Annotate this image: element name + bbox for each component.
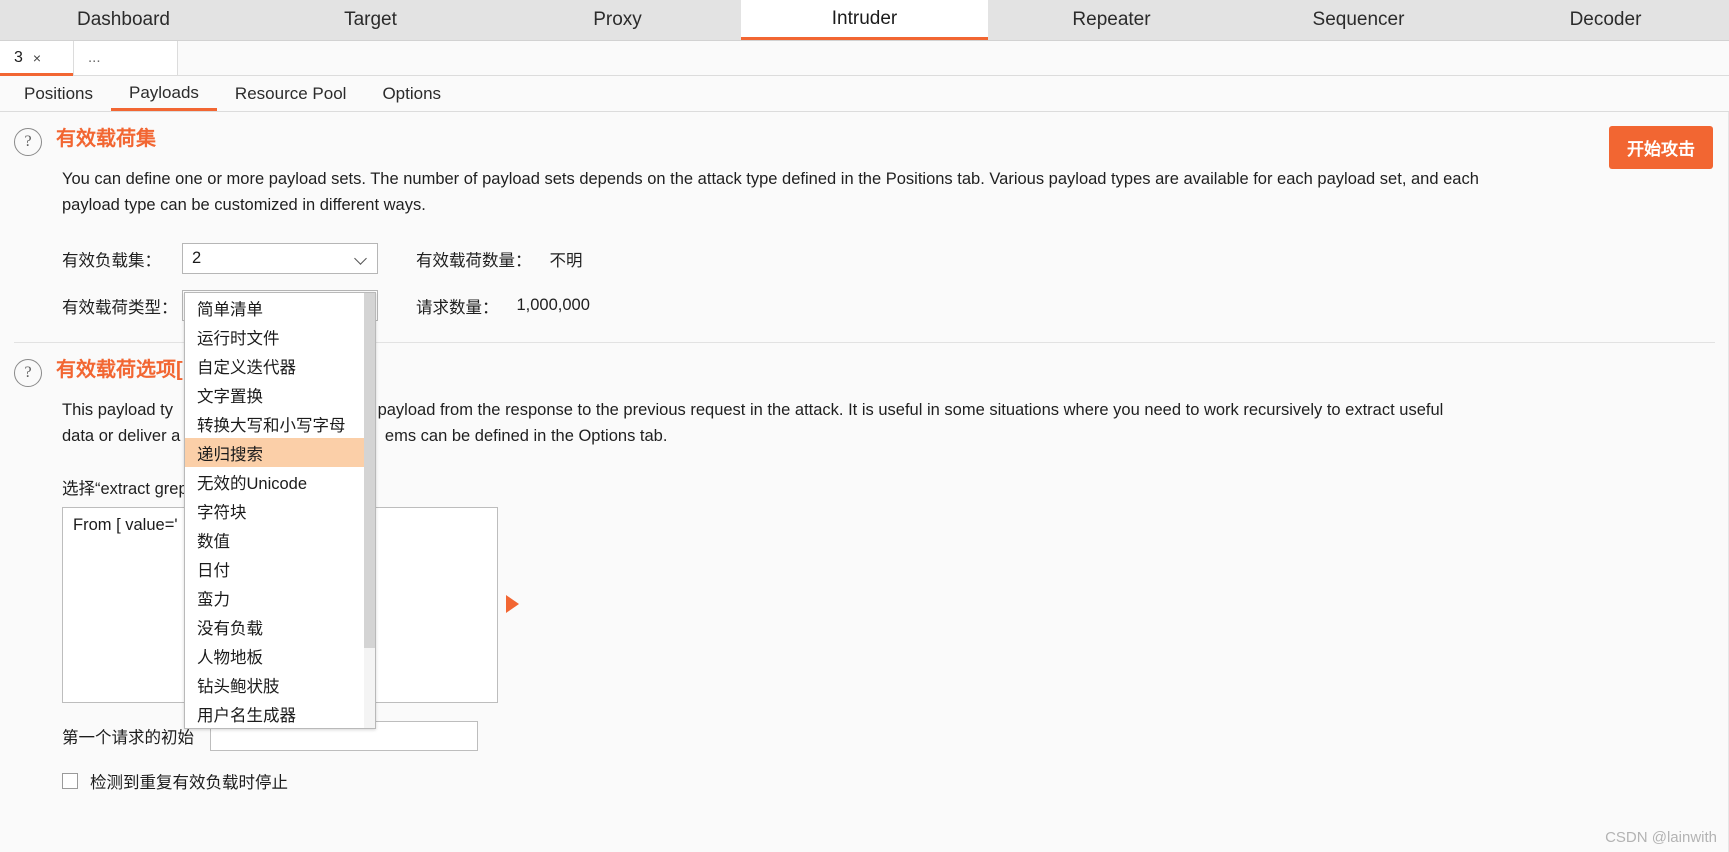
payload-count-label: 有效载荷数量： xyxy=(416,251,532,270)
dropdown-option[interactable]: 字符块 xyxy=(185,496,375,525)
dropdown-option[interactable]: 蛮力 xyxy=(185,583,375,612)
dropdown-option[interactable]: 用户名生成器 xyxy=(185,699,375,728)
sub-tab-label: Positions xyxy=(24,84,93,103)
main-tab-label: Repeater xyxy=(1072,9,1151,30)
payload-set-label: 有效负载集： xyxy=(62,251,161,270)
payload-sets-title: 有效载荷集 xyxy=(56,128,156,150)
main-tab-label: Dashboard xyxy=(77,9,170,30)
main-tab-proxy[interactable]: Proxy xyxy=(494,0,741,40)
dropdown-option[interactable]: 运行时文件 xyxy=(185,322,375,351)
tab-payloads[interactable]: Payloads xyxy=(110,77,217,111)
description-line-2-left: data or deliver a xyxy=(62,427,181,445)
grep-extract-value: From [ value=' xyxy=(73,516,178,534)
payload-set-select[interactable]: 2 xyxy=(182,243,378,274)
sub-tab-label: Payloads xyxy=(128,82,199,102)
attack-tab-strip: 3 × ... xyxy=(0,41,1729,76)
dropdown-option-selected[interactable]: 递归搜索 xyxy=(185,438,375,467)
dropdown-option[interactable]: 转换大写和小写字母 xyxy=(185,409,375,438)
chevron-down-icon xyxy=(355,252,368,265)
payload-sets-header: ? 有效载荷集 xyxy=(0,126,1729,156)
description-line-1-right: payload from the response to the previou… xyxy=(377,401,1444,419)
initial-payload-label: 第一个请求的初始 xyxy=(62,729,194,747)
payload-count-info: 有效载荷数量： 不明 xyxy=(416,247,583,271)
payload-options-title: 有效载荷选项[ xyxy=(56,359,183,381)
description-line-1-left: This payload ty xyxy=(62,401,173,419)
dropdown-option[interactable]: 简单清单 xyxy=(185,293,375,322)
dropdown-option[interactable]: 没有负载 xyxy=(185,612,375,641)
main-tab-decoder[interactable]: Decoder xyxy=(1482,0,1729,40)
description-line-2-right: ems can be defined in the Options tab. xyxy=(384,427,668,445)
payload-type-label: 有效载荷类型： xyxy=(62,298,178,317)
main-tab-intruder[interactable]: Intruder xyxy=(741,0,988,40)
main-tab-sequencer[interactable]: Sequencer xyxy=(1235,0,1482,40)
stop-on-duplicate-checkbox[interactable] xyxy=(62,773,78,789)
main-tab-repeater[interactable]: Repeater xyxy=(988,0,1235,40)
dropdown-option[interactable]: 数值 xyxy=(185,525,375,554)
dropdown-scrollbar[interactable] xyxy=(364,293,375,728)
payload-sets-description: You can define one or more payload sets.… xyxy=(62,170,1479,214)
main-tab-label: Target xyxy=(344,9,397,30)
main-tab-bar: Dashboard Target Proxy Intruder Repeater… xyxy=(0,0,1729,41)
main-tab-target[interactable]: Target xyxy=(247,0,494,40)
dropdown-option[interactable]: 人物地板 xyxy=(185,641,375,670)
request-count-info: 请求数量： 1,000,000 xyxy=(416,294,590,318)
payload-type-dropdown-list[interactable]: 简单清单 运行时文件 自定义迭代器 文字置换 转换大写和小写字母 递归搜索 无效… xyxy=(184,292,376,729)
question-mark-icon[interactable]: ? xyxy=(14,128,42,156)
dropdown-option[interactable]: 自定义迭代器 xyxy=(185,351,375,380)
question-mark-icon[interactable]: ? xyxy=(14,359,42,387)
attack-tab-3[interactable]: 3 × xyxy=(0,41,74,76)
sub-tab-label: Resource Pool xyxy=(234,84,347,103)
tab-resource-pool[interactable]: Resource Pool xyxy=(217,77,365,111)
main-tab-label: Proxy xyxy=(593,9,642,30)
main-tab-label: Intruder xyxy=(831,7,898,29)
dropdown-option[interactable]: 文字置换 xyxy=(185,380,375,409)
stop-on-duplicate-label: 检测到重复有效负载时停止 xyxy=(90,774,288,792)
tab-positions[interactable]: Positions xyxy=(6,77,111,111)
attack-tab-label: 3 xyxy=(14,49,23,66)
payload-sub-tab-bar: Positions Payloads Resource Pool Options xyxy=(0,76,1729,112)
watermark: CSDN @lainwith xyxy=(1605,829,1717,846)
payload-set-value: 2 xyxy=(192,249,202,267)
request-count-label: 请求数量： xyxy=(416,298,499,317)
request-count-value: 1,000,000 xyxy=(516,296,590,314)
payload-count-value: 不明 xyxy=(549,251,583,270)
attack-tab-overflow[interactable]: ... xyxy=(74,41,178,75)
dropdown-option[interactable]: 无效的Unicode xyxy=(185,467,375,496)
payloads-panel: 开始攻击 ? 有效载荷集 You can define one or more … xyxy=(0,112,1729,852)
stop-on-duplicate-row[interactable]: 检测到重复有效负载时停止 xyxy=(62,769,1729,793)
main-tab-label: Sequencer xyxy=(1312,9,1405,30)
payload-set-row: 有效负载集： 2 有效载荷数量： 不明 xyxy=(62,240,1729,277)
play-arrow-icon[interactable] xyxy=(506,595,519,613)
dropdown-option[interactable]: 钻头鲍状肢 xyxy=(185,670,375,699)
tab-options[interactable]: Options xyxy=(364,77,459,111)
main-tab-dashboard[interactable]: Dashboard xyxy=(0,0,247,40)
dropdown-option[interactable]: 日付 xyxy=(185,554,375,583)
close-icon[interactable]: × xyxy=(33,50,41,66)
dropdown-scrollbar-thumb[interactable] xyxy=(364,293,375,648)
overflow-label: ... xyxy=(88,49,101,66)
sub-tab-label: Options xyxy=(382,84,442,103)
main-tab-label: Decoder xyxy=(1569,9,1642,30)
